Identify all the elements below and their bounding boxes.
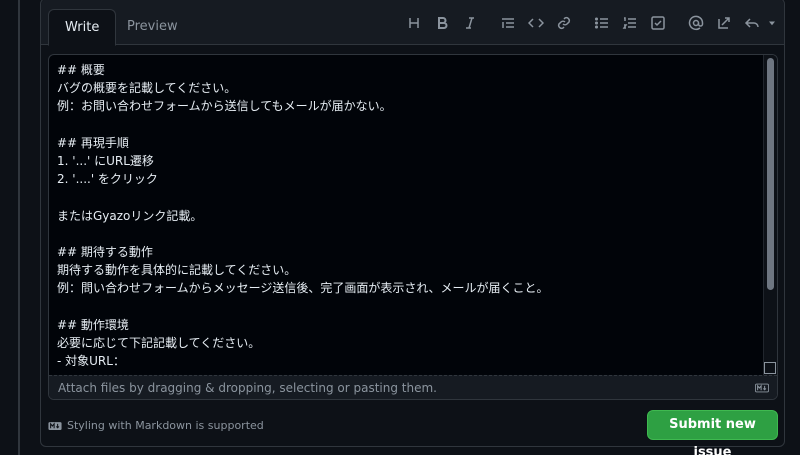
issue-body-textarea[interactable]: ## 概要 バグの概要を記載してください。 例：お問い合わせフォームから送信して…	[49, 55, 763, 375]
unordered-list-icon[interactable]	[588, 11, 616, 35]
italic-icon[interactable]	[456, 11, 484, 35]
editor-scrollbar[interactable]	[763, 55, 777, 375]
link-icon[interactable]	[550, 11, 578, 35]
markdown-note-text: Styling with Markdown is supported	[67, 419, 264, 432]
ordered-list-icon[interactable]	[616, 11, 644, 35]
code-icon[interactable]	[522, 11, 550, 35]
reference-icon[interactable]	[710, 11, 738, 35]
timeline-rail	[18, 0, 20, 455]
editor-tabbar: Write Preview	[41, 0, 784, 46]
task-list-icon[interactable]	[644, 11, 672, 35]
heading-icon[interactable]	[400, 11, 428, 35]
markdown-icon	[48, 421, 62, 430]
bold-icon[interactable]	[428, 11, 456, 35]
scroll-thumb[interactable]	[767, 58, 774, 290]
markdown-icon	[755, 383, 769, 393]
markdown-editor: ## 概要 バグの概要を記載してください。 例：お問い合わせフォームから送信して…	[48, 54, 778, 400]
attach-files-text: Attach files by dragging & dropping, sel…	[58, 381, 437, 395]
mention-icon[interactable]	[682, 11, 710, 35]
issue-form: Write Preview ## 概要 バグの概要を記載してください。 例：お問…	[40, 0, 785, 455]
submit-issue-button[interactable]: Submit new issue	[647, 410, 778, 455]
chevron-down-icon[interactable]	[766, 11, 778, 35]
reply-icon[interactable]	[738, 11, 766, 35]
markdown-toolbar	[400, 11, 778, 35]
attach-files-bar[interactable]: Attach files by dragging & dropping, sel…	[49, 375, 777, 399]
quote-icon[interactable]	[494, 11, 522, 35]
tab-preview[interactable]: Preview	[111, 9, 194, 46]
markdown-note[interactable]: Styling with Markdown is supported	[48, 419, 264, 432]
tab-write[interactable]: Write	[48, 9, 117, 46]
resize-handle[interactable]	[764, 362, 776, 374]
